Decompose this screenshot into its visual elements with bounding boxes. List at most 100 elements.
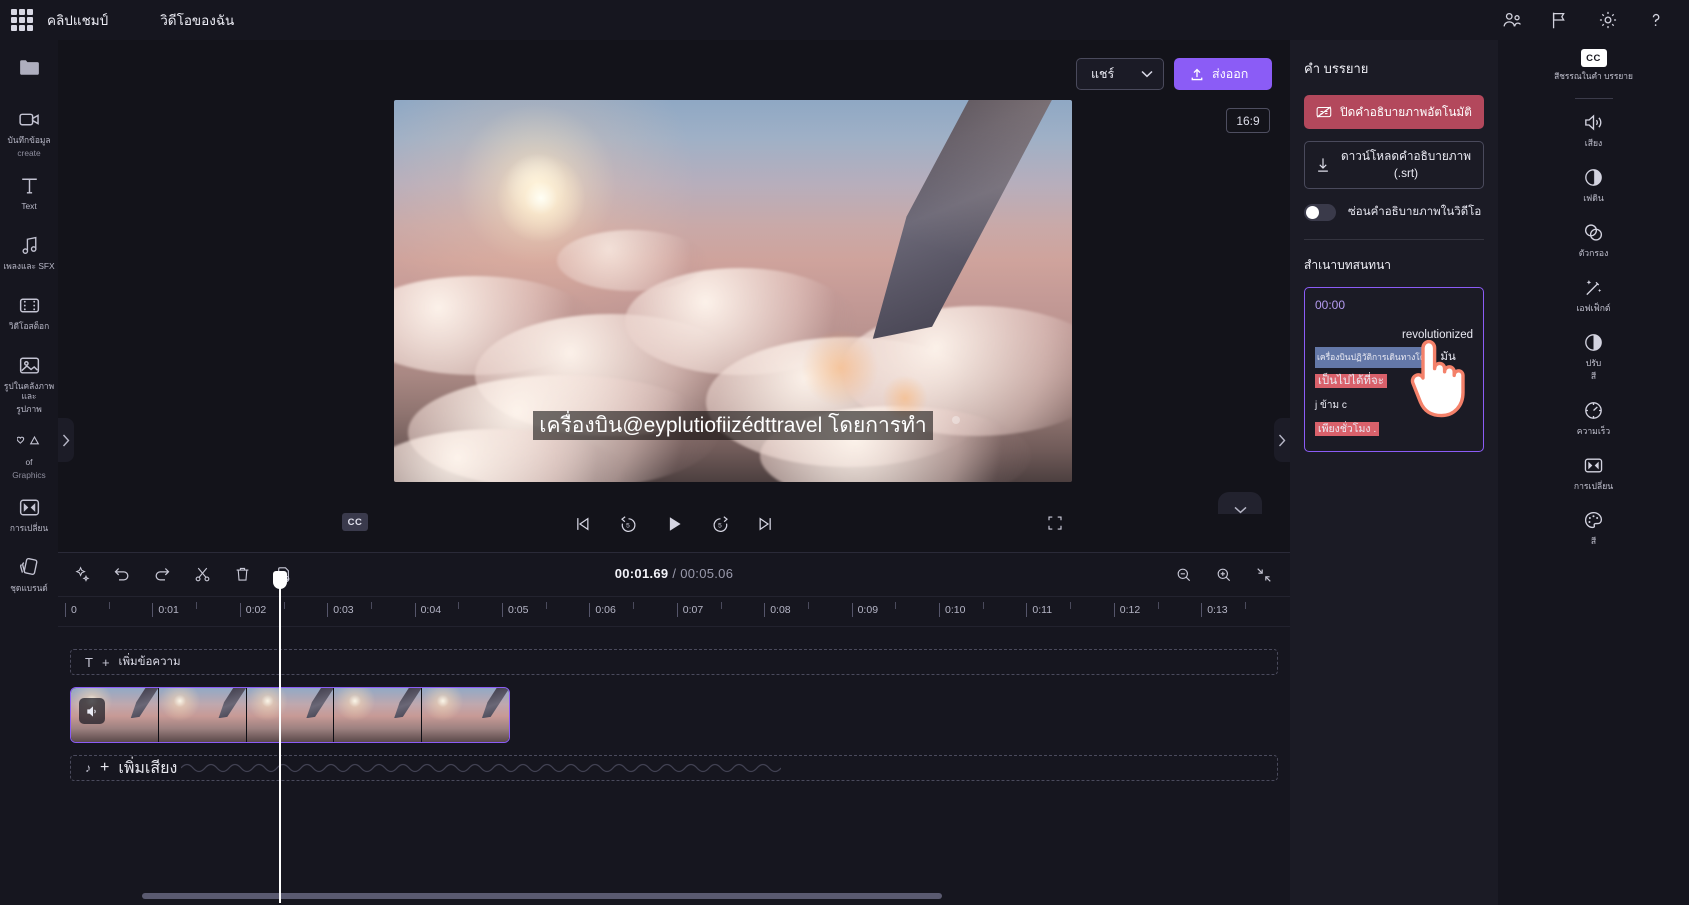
rail-item-adjust-color[interactable]: ปรับ สี — [1498, 329, 1689, 381]
captions-toggle-button[interactable]: CC — [342, 513, 368, 531]
rail-item-captions[interactable]: CC สีชรรณในคำ บรรยาย — [1498, 40, 1689, 92]
disable-autocaptions-button[interactable]: ปิดคำอธิบายภาพอัตโนมัติ — [1304, 95, 1484, 129]
transcript-highlight-red[interactable]: เป็นไปได้ที่จะ — [1315, 374, 1387, 389]
video-clip[interactable] — [70, 687, 510, 743]
disable-autocaptions-label: ปิดคำอธิบายภาพอัตโนมัติ — [1340, 104, 1472, 119]
transcript-line-tail[interactable]: มัน — [1440, 348, 1455, 367]
sidebar-item-record-create[interactable]: บันทึกข้อมูล create — [0, 106, 58, 158]
timeline-tools — [70, 562, 294, 586]
timeline-expand-handle[interactable] — [1218, 492, 1262, 514]
undo-button[interactable] — [110, 562, 134, 586]
zoom-out-button[interactable] — [1172, 563, 1196, 587]
transcript-line-small[interactable]: j ข้าม c — [1315, 396, 1473, 415]
rail-item-filters[interactable]: ตัวกรอง — [1498, 219, 1689, 258]
skip-end-button[interactable] — [754, 512, 778, 536]
transcript-highlight-blue[interactable]: เครื่องบินปฏิวัติการเดินทางโดย — [1315, 347, 1433, 369]
flag-icon[interactable] — [1549, 9, 1571, 31]
rail-item-transitions[interactable]: การเปลี่ยน — [1498, 452, 1689, 491]
plus-icon: + — [101, 654, 110, 670]
transcript-line-last[interactable]: เพียงชั่วโมง . — [1315, 422, 1380, 437]
download-srt-label: ดาวน์โหลดคำอธิบายภาพ (.srt) — [1339, 148, 1473, 182]
rail-divider — [1574, 98, 1613, 99]
film-icon — [17, 292, 42, 318]
sidebar-item-stock-video[interactable]: วิดีโอสต็อก — [0, 292, 58, 338]
magic-tool-button[interactable] — [70, 562, 94, 586]
rail-item-speed[interactable]: ความเร็ว — [1498, 397, 1689, 436]
split-button[interactable] — [190, 562, 214, 586]
brand-label[interactable]: คลิปแชมป์ — [47, 9, 108, 31]
ruler-tick: 0:11 — [1026, 603, 1052, 617]
hide-captions-toggle[interactable]: ซ่อนคำอธิบายภาพในวิดีโอ — [1304, 203, 1484, 221]
upload-icon — [1191, 68, 1203, 80]
ruler-tick: 0:10 — [939, 603, 965, 617]
forward-5-button[interactable]: 5 — [708, 512, 732, 536]
app-launcher-icon[interactable] — [11, 9, 33, 31]
timeline-ruler[interactable]: 0 0:01 0:02 0:03 0:04 0:05 0:06 0:07 0:08 0:09 0:1… — [58, 597, 1290, 627]
top-bar: คลิปแชมป์ วิดีโอของฉัน — [0, 0, 1689, 40]
sidebar-item-text[interactable]: Text — [0, 172, 58, 218]
help-icon[interactable] — [1645, 9, 1667, 31]
fullscreen-button[interactable] — [1046, 514, 1064, 537]
sidebar-item-media[interactable] — [0, 54, 58, 92]
rail-item-effects[interactable]: เอฟเฟ็กต์ — [1498, 274, 1689, 313]
rail-item-audio[interactable]: เสียง — [1498, 109, 1689, 148]
cloud — [556, 229, 706, 291]
sidebar-collapse-handle[interactable] — [58, 418, 74, 462]
share-button[interactable]: แชร์ — [1076, 58, 1164, 90]
rail-item-color[interactable]: สี — [1498, 507, 1689, 546]
gear-icon[interactable] — [1597, 9, 1619, 31]
download-icon — [1318, 158, 1328, 172]
brandkit-icon — [17, 554, 42, 580]
aspect-ratio-chip[interactable]: 16:9 — [1226, 108, 1270, 133]
transition-icon — [17, 494, 42, 520]
ruler-tick: 0 — [65, 603, 77, 617]
toggle-switch[interactable] — [1304, 203, 1336, 221]
ruler-tick: 0:01 — [152, 603, 179, 617]
rail-item-label: การเปลี่ยน — [1573, 481, 1614, 491]
ruler-subtick — [370, 602, 372, 609]
caption-overlay: เครื่องบิน@eyplutiofiizédttravel โดยการท… — [394, 410, 1072, 440]
timeline-scrollbar[interactable] — [142, 893, 942, 899]
sidebar-item-transitions[interactable]: การเปลี่ยน — [0, 494, 58, 540]
plus-icon: + — [100, 759, 110, 776]
shapes-icon — [16, 428, 42, 454]
clip-audio-icon[interactable] — [79, 698, 105, 724]
caption-text: เครื่องบิน@eyplutiofiizédttravel โดยการท… — [533, 410, 933, 440]
playhead[interactable] — [273, 571, 287, 903]
sidebar-item-sublabel: create — [17, 148, 41, 158]
redo-button[interactable] — [150, 562, 174, 586]
document-name[interactable]: วิดีโอของฉัน — [160, 9, 234, 31]
sidebar-item-stock-image[interactable]: รูปในคลังภาพและ รูปภาพ — [0, 352, 58, 414]
chevron-right-icon — [62, 434, 70, 446]
sidebar-item-label: วิดีโอสต็อก — [8, 321, 50, 331]
play-button[interactable] — [662, 512, 686, 536]
add-text-track[interactable]: T + เพิ่มข้อความ — [70, 649, 1278, 675]
ruler-tick: 0:05 — [502, 603, 528, 617]
delete-button[interactable] — [230, 562, 254, 586]
skip-start-button[interactable] — [570, 512, 594, 536]
export-button[interactable]: ส่งออก — [1174, 58, 1272, 90]
collab-icon[interactable] — [1501, 9, 1523, 31]
transcript-card[interactable]: 00:00 revolutionized เครื่องบินปฏิวัติกา… — [1304, 287, 1484, 453]
palette-icon — [1582, 507, 1605, 533]
timeline-tracks: T + เพิ่มข้อความ ♪ + เพิ่มเสียง — [58, 627, 1290, 781]
zoom-in-button[interactable] — [1212, 563, 1236, 587]
add-audio-track[interactable]: ♪ + เพิ่มเสียง — [70, 755, 1278, 781]
video-canvas[interactable]: เครื่องบิน@eyplutiofiizédttravel โดยการท… — [394, 100, 1072, 482]
text-icon: T — [85, 654, 93, 670]
rewind-5-button[interactable]: 5 — [616, 512, 640, 536]
folder-icon — [17, 54, 42, 80]
sidebar-item-sublabel: Graphics — [12, 470, 46, 480]
transcript-line-row: เป็นไปได้ที่จะ — [1315, 371, 1473, 391]
rail-item-fade[interactable]: เฟดิน — [1498, 164, 1689, 203]
transcript-line-english[interactable]: revolutionized — [1315, 326, 1473, 345]
sidebar-item-brand-kit[interactable]: ชุดแบรนด์ — [0, 554, 58, 600]
speaker-icon — [1582, 109, 1605, 135]
sidebar-item-music-sfx[interactable]: เพลงและ SFX — [0, 232, 58, 278]
sidebar-item-graphics[interactable]: of Graphics — [0, 428, 58, 480]
left-sidebar: บันทึกข้อมูล create Text เพลงและ SFX วิด… — [0, 40, 58, 905]
download-srt-button[interactable]: ดาวน์โหลดคำอธิบายภาพ (.srt) — [1304, 141, 1484, 190]
sidebar-item-label: บันทึกข้อมูล — [7, 135, 51, 145]
panel-collapse-handle[interactable] — [1274, 418, 1290, 462]
fit-timeline-button[interactable] — [1252, 563, 1276, 587]
